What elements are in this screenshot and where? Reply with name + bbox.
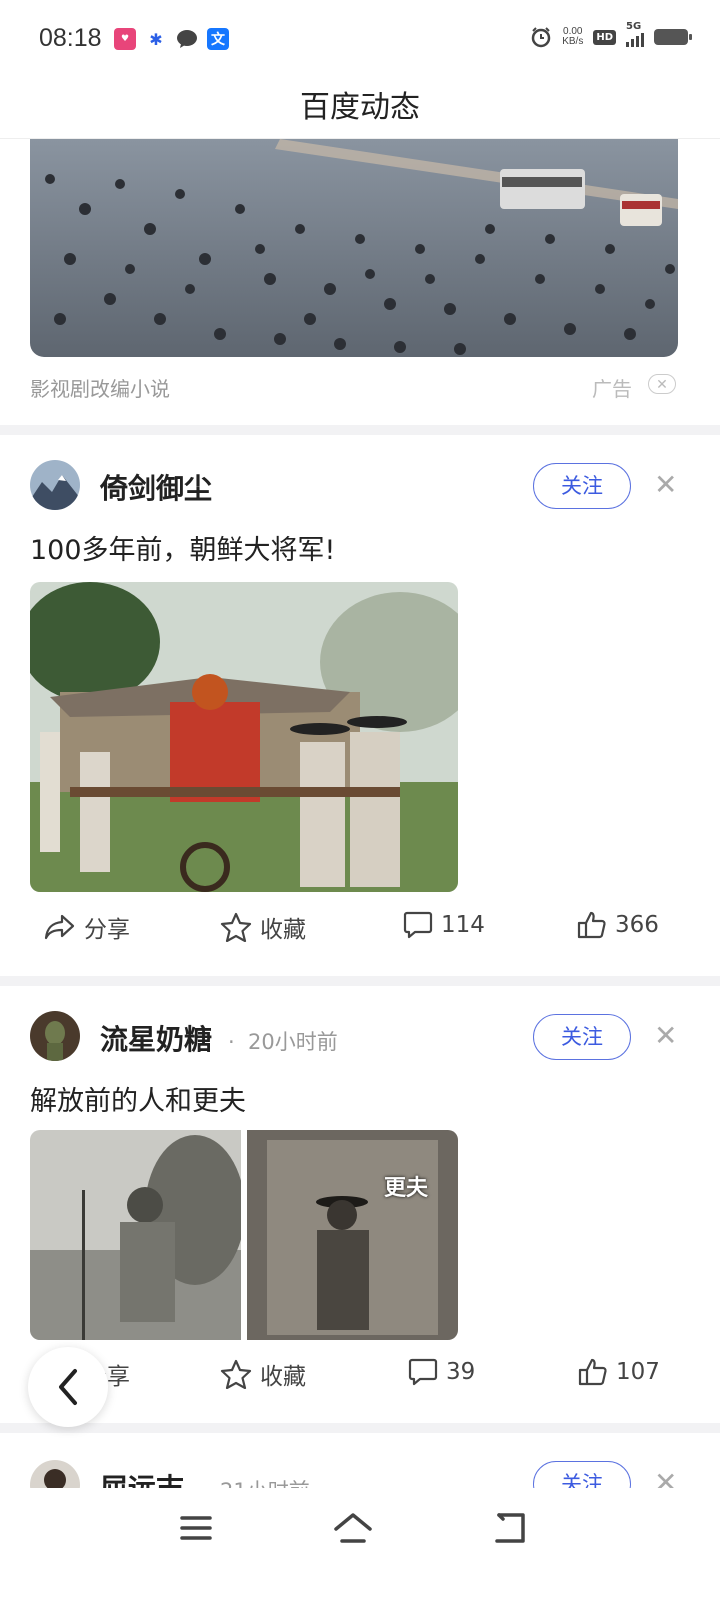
like-button[interactable]: 107 xyxy=(578,1357,660,1387)
post-image[interactable] xyxy=(30,582,458,892)
star-icon xyxy=(220,1359,252,1389)
signal-indicator: 5G xyxy=(626,21,644,47)
author-name[interactable]: 倚剑御尘 xyxy=(100,467,212,507)
comment-icon xyxy=(408,1358,438,1386)
share-button[interactable]: 分享 xyxy=(44,910,130,944)
favorite-button[interactable]: 收藏 xyxy=(220,1357,306,1391)
follow-button[interactable]: 关注 xyxy=(533,1461,631,1488)
post-time: · 20小时前 xyxy=(228,1030,338,1054)
post-text[interactable]: 解放前的人和更夫 xyxy=(30,1079,246,1118)
post-actions: 分享 收藏 114 366 xyxy=(0,910,720,954)
close-icon[interactable]: ✕ xyxy=(654,468,677,501)
hd-badge: HD xyxy=(593,29,616,45)
thumbs-up-icon xyxy=(578,1358,607,1386)
post-text[interactable]: 100多年前，朝鲜大将军! xyxy=(30,528,335,567)
feed-post: 屈远志 · 21小时前 关注 ✕ xyxy=(0,1433,720,1488)
close-icon[interactable]: ✕ xyxy=(654,1466,677,1488)
battery-icon xyxy=(654,29,692,45)
ad-close-button[interactable]: ✕ xyxy=(648,374,676,394)
post-image[interactable]: 更夫 xyxy=(247,1130,458,1340)
alarm-icon xyxy=(531,27,551,48)
status-time: 08:18 xyxy=(39,24,102,52)
section-divider xyxy=(0,976,720,986)
home-icon xyxy=(334,1513,372,1543)
status-indicators: 0.00 KB/s HD 5G xyxy=(530,21,692,48)
menu-icon xyxy=(180,1516,212,1540)
back-nav-button[interactable] xyxy=(485,1508,535,1548)
author-name[interactable]: 流星奶糖 xyxy=(100,1018,212,1058)
favorite-label: 收藏 xyxy=(260,1364,306,1390)
like-button[interactable]: 366 xyxy=(577,910,659,940)
image-caption: 更夫 xyxy=(383,1176,428,1201)
status-bar: 08:18 ♥ ✱ 文 0.00 KB/s HD 5G xyxy=(0,0,720,80)
follow-button[interactable]: 关注 xyxy=(533,1014,631,1060)
follow-button[interactable]: 关注 xyxy=(533,463,631,509)
message-icon xyxy=(176,28,198,50)
section-divider xyxy=(0,425,720,435)
favorite-label: 收藏 xyxy=(260,917,306,943)
chevron-left-icon xyxy=(59,1369,77,1405)
ad-caption[interactable]: 影视剧改编小说 xyxy=(30,373,170,402)
network-speed-unit: KB/s xyxy=(562,36,584,47)
share-icon xyxy=(44,914,75,940)
page-header: 百度动态 xyxy=(0,80,720,139)
thumbs-up-icon xyxy=(577,911,606,939)
favorite-button[interactable]: 收藏 xyxy=(220,910,306,944)
post-time: · 21小时前 xyxy=(200,1475,310,1488)
back-icon xyxy=(495,1513,525,1543)
comment-button[interactable]: 114 xyxy=(403,910,485,940)
page-title: 百度动态 xyxy=(300,90,420,125)
avatar[interactable] xyxy=(30,1460,80,1488)
like-count: 107 xyxy=(616,1359,660,1385)
post-image[interactable] xyxy=(30,1130,241,1340)
comment-icon xyxy=(403,911,433,939)
like-count: 366 xyxy=(615,912,659,938)
star-icon xyxy=(220,912,252,942)
network-speed: 0.00 KB/s xyxy=(562,27,583,47)
system-navigation-bar xyxy=(0,1488,720,1600)
baidu-paw-icon: ✱ xyxy=(145,28,167,50)
network-type: 5G xyxy=(626,21,642,32)
translate-icon: 文 xyxy=(207,28,229,50)
close-icon[interactable]: ✕ xyxy=(654,1019,677,1052)
menu-button[interactable] xyxy=(171,1508,221,1548)
section-divider xyxy=(0,1423,720,1433)
author-name[interactable]: 屈远志 xyxy=(100,1467,184,1488)
avatar[interactable] xyxy=(30,1011,80,1061)
comment-button[interactable]: 39 xyxy=(408,1357,475,1387)
ad-label: 广告 xyxy=(592,377,632,401)
share-label: 分享 xyxy=(84,917,130,943)
post-time-text: 20小时前 xyxy=(248,1030,338,1054)
home-button[interactable] xyxy=(328,1508,378,1548)
back-button[interactable] xyxy=(28,1347,108,1427)
status-app-icons: ♥ ✱ 文 xyxy=(114,28,229,50)
comment-count: 114 xyxy=(441,912,485,938)
app-notification-icon: ♥ xyxy=(114,28,136,50)
comment-count: 39 xyxy=(446,1359,476,1385)
ad-image[interactable] xyxy=(30,139,678,357)
post-time-text: 21小时前 xyxy=(220,1479,310,1488)
post-actions: 分享 收藏 39 107 xyxy=(0,1357,720,1401)
avatar[interactable] xyxy=(30,460,80,510)
